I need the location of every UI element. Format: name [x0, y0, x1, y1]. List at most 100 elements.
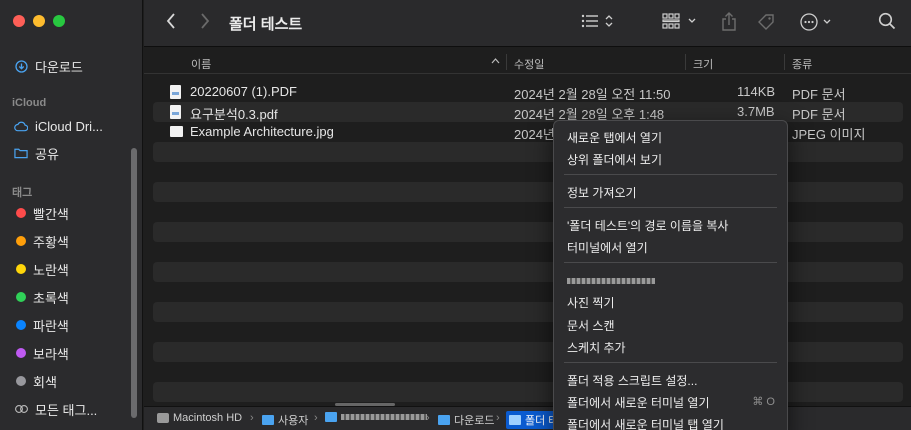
- column-size[interactable]: 크기: [693, 56, 713, 72]
- path-item-user-home[interactable]: [325, 412, 427, 422]
- column-header: 이름 수정일 크기 종류: [144, 50, 911, 74]
- menu-separator: [564, 262, 777, 263]
- tag-button[interactable]: [756, 12, 776, 32]
- chevron-right-icon: ›: [250, 412, 254, 424]
- file-name: 요구분석0.3.pdf: [190, 107, 278, 122]
- sidebar-tag-blue[interactable]: 파란색: [14, 315, 69, 335]
- sidebar-tag-yellow[interactable]: 노란색: [14, 259, 69, 279]
- orange-tag-icon: [16, 236, 26, 246]
- search-button[interactable]: [878, 12, 896, 30]
- empty-row: [153, 262, 903, 282]
- menu-separator: [564, 362, 777, 363]
- menu-item-show-enclosing-folder[interactable]: 상위 폴더에서 보기: [567, 151, 662, 168]
- download-icon: [14, 59, 28, 73]
- file-kind: PDF 문서: [792, 87, 846, 102]
- menu-item-copy-path[interactable]: '폴더 테스트'의 경로 이름을 복사: [567, 217, 728, 234]
- sidebar-tag-green[interactable]: 초록색: [14, 287, 69, 307]
- folder-icon: [509, 415, 521, 425]
- file-modified: 2024년 2월 28일 오전 11:50: [514, 87, 671, 102]
- menu-item-new-terminal[interactable]: 폴더에서 새로운 터미널 열기: [567, 394, 709, 411]
- sidebar-all-tags[interactable]: 모든 태그...: [14, 399, 97, 419]
- tag-label: 노란색: [33, 262, 69, 278]
- gray-tag-icon: [16, 376, 26, 386]
- sidebar-item-label: iCloud Dri...: [35, 118, 103, 134]
- tag-label: 주황색: [33, 234, 69, 250]
- sort-ascending-icon: [491, 55, 500, 67]
- close-window-button[interactable]: [13, 15, 25, 27]
- pdf-icon: [170, 105, 181, 119]
- menu-item-open-new-tab[interactable]: 새로운 탭에서 열기: [567, 129, 662, 146]
- red-tag-icon: [16, 208, 26, 218]
- file-list: 20220607 (1).PDF 2024년 2월 28일 오전 11:50 1…: [153, 82, 903, 402]
- path-label: 사용자: [278, 415, 309, 427]
- share-icon: [722, 12, 736, 31]
- green-tag-icon: [16, 292, 26, 302]
- sidebar-tag-red[interactable]: 빨간색: [14, 203, 69, 223]
- path-item-disk[interactable]: Macintosh HD: [157, 412, 242, 424]
- window-title: 폴더 테스트: [229, 16, 303, 33]
- share-button[interactable]: [721, 12, 737, 32]
- sidebar-item-label: 모든 태그...: [35, 402, 98, 418]
- blue-tag-icon: [16, 320, 26, 330]
- path-label: Macintosh HD: [173, 412, 243, 424]
- file-kind: PDF 문서: [792, 107, 846, 122]
- home-folder-icon: [325, 412, 337, 422]
- zoom-window-button[interactable]: [53, 15, 65, 27]
- chevron-right-icon: ›: [426, 412, 430, 424]
- menu-item-get-info[interactable]: 정보 가져오기: [567, 184, 637, 201]
- minimize-window-button[interactable]: [33, 15, 45, 27]
- table-row[interactable]: 20220607 (1).PDF 2024년 2월 28일 오전 11:50 1…: [153, 82, 903, 102]
- back-button[interactable]: [166, 12, 176, 30]
- table-row[interactable]: 요구분석0.3.pdf 2024년 2월 28일 오후 1:48 3.7MB P…: [153, 102, 903, 122]
- sidebar: 다운로드 iCloud iCloud Dri... 공유 태그 빨간색 주황색 …: [0, 0, 143, 430]
- sidebar-item-downloads[interactable]: 다운로드: [14, 56, 83, 76]
- menu-item-open-terminal[interactable]: 터미널에서 열기: [567, 239, 648, 256]
- tags-section-header: 태그: [12, 187, 33, 199]
- shared-folder-icon: [14, 146, 28, 160]
- menu-item-add-sketch[interactable]: 스케치 추가: [567, 339, 626, 356]
- window-controls: [13, 15, 65, 27]
- column-divider[interactable]: [506, 54, 507, 70]
- empty-row: [153, 342, 903, 362]
- group-button[interactable]: [662, 12, 700, 30]
- redacted-device-name: [567, 278, 655, 284]
- table-row[interactable]: Example Architecture.jpg 2024년 JPEG 이미지: [153, 122, 903, 142]
- sidebar-tag-purple[interactable]: 보라색: [14, 343, 69, 363]
- empty-row: [153, 202, 903, 222]
- menu-item-scan-documents[interactable]: 문서 스캔: [567, 317, 615, 334]
- yellow-tag-icon: [16, 264, 26, 274]
- column-kind[interactable]: 종류: [792, 56, 812, 72]
- empty-row: [153, 162, 903, 182]
- path-item-downloads[interactable]: 다운로드: [438, 412, 494, 428]
- empty-row: [153, 182, 903, 202]
- file-size: 3.7MB: [737, 104, 775, 119]
- sidebar-scrollbar[interactable]: [131, 148, 137, 418]
- menu-item-redacted-device: [567, 273, 655, 287]
- chevron-right-icon: ›: [496, 412, 500, 424]
- cloud-icon: [14, 119, 28, 133]
- column-name[interactable]: 이름: [191, 56, 211, 72]
- forward-button[interactable]: [200, 12, 210, 30]
- sidebar-item-icloud-drive[interactable]: iCloud Dri...: [14, 116, 103, 136]
- column-modified[interactable]: 수정일: [514, 56, 544, 72]
- tag-label: 초록색: [33, 290, 69, 306]
- grid-group-icon: [662, 13, 696, 29]
- tag-label: 파란색: [33, 318, 69, 334]
- sidebar-tag-orange[interactable]: 주황색: [14, 231, 69, 251]
- empty-row: [153, 222, 903, 242]
- column-divider[interactable]: [685, 54, 686, 70]
- view-options-button[interactable]: [581, 12, 615, 30]
- image-icon: [170, 126, 183, 137]
- sidebar-item-shared[interactable]: 공유: [14, 143, 59, 163]
- path-item-users[interactable]: 사용자: [262, 412, 308, 428]
- sidebar-tag-gray[interactable]: 회색: [14, 371, 57, 391]
- file-kind: JPEG 이미지: [792, 127, 866, 142]
- menu-item-folder-action-scripts[interactable]: 폴더 적용 스크립트 설정...: [567, 372, 697, 389]
- icloud-section-header: iCloud: [12, 97, 47, 109]
- chevron-right-icon: [201, 13, 210, 29]
- menu-item-take-photo[interactable]: 사진 찍기: [567, 294, 615, 311]
- action-menu-button[interactable]: [799, 12, 835, 32]
- column-divider[interactable]: [784, 54, 785, 70]
- menu-item-new-terminal-tab[interactable]: 폴더에서 새로운 터미널 탭 열기: [567, 416, 724, 430]
- tag-icon: [758, 14, 774, 30]
